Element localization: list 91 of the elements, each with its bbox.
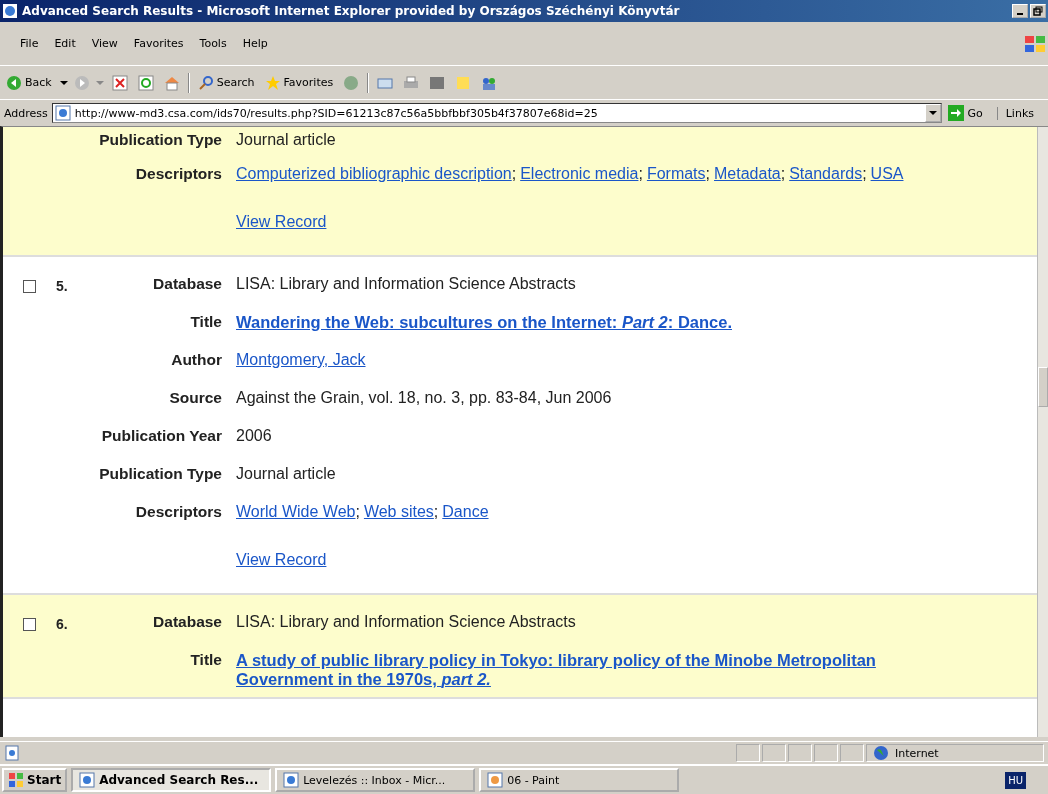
browser-icon bbox=[2, 3, 18, 19]
restore-button[interactable] bbox=[1030, 4, 1046, 18]
taskbar-button[interactable]: Advanced Search Res... bbox=[71, 768, 272, 792]
restore-icon bbox=[1033, 6, 1043, 16]
separator: ; bbox=[355, 503, 360, 520]
separator: ; bbox=[638, 165, 643, 182]
field-label: Source bbox=[168, 389, 222, 407]
stop-icon[interactable] bbox=[111, 74, 128, 91]
menu-item[interactable]: Tools bbox=[191, 37, 235, 50]
separator: ; bbox=[705, 165, 710, 182]
field-label: Title bbox=[189, 313, 222, 331]
field-value: Against the Grain, vol. 18, no. 3, pp. 83-84, Jun 2006 bbox=[236, 389, 612, 406]
field-label: Database bbox=[152, 275, 222, 293]
favorites-button[interactable]: Favorites bbox=[262, 74, 336, 91]
taskbar-button[interactable]: 06 - Paint bbox=[479, 768, 680, 792]
record-number: 5. bbox=[56, 278, 68, 294]
descriptor-link[interactable]: Montgomery, Jack bbox=[236, 351, 366, 368]
language-indicator[interactable]: HU bbox=[1005, 771, 1026, 789]
minimize-icon bbox=[1017, 13, 1023, 15]
separator: ; bbox=[780, 165, 786, 182]
field-label: Publication Type bbox=[98, 465, 222, 483]
descriptor-link[interactable]: Web sites bbox=[363, 503, 434, 520]
scrollbar-thumb[interactable] bbox=[1038, 367, 1048, 407]
links-button[interactable]: Links bbox=[996, 106, 1034, 120]
app-icon bbox=[283, 772, 300, 788]
dropdown-button[interactable] bbox=[925, 104, 942, 122]
home-icon[interactable] bbox=[163, 74, 180, 91]
separator: ; bbox=[511, 165, 517, 182]
page-icon bbox=[4, 745, 20, 761]
field-label: Descriptors bbox=[134, 503, 222, 521]
field-label: Author bbox=[170, 351, 222, 369]
status-panel bbox=[788, 744, 812, 762]
status-panel bbox=[840, 744, 864, 762]
status-panel bbox=[762, 744, 786, 762]
field-label: Title bbox=[189, 651, 222, 669]
field-value: Journal article bbox=[236, 131, 336, 148]
menu-item[interactable]: Favorites bbox=[125, 37, 192, 50]
view-record-link[interactable]: View Record bbox=[236, 213, 327, 230]
search-button[interactable]: Search bbox=[195, 74, 257, 91]
address-field[interactable]: http://www-md3.csa.com/ids70/results.php?SID=61213c87c56a5bbfbbf305b4f37807e68id=25 bbox=[51, 103, 943, 123]
descriptor-link[interactable]: Electronic media bbox=[520, 165, 639, 182]
address-label: Address bbox=[4, 106, 48, 120]
field-value: LISA: Library and Information Science Abstracts bbox=[236, 275, 576, 292]
checkbox[interactable] bbox=[23, 279, 36, 293]
menu-item[interactable]: View bbox=[83, 37, 126, 50]
field-label: Descriptors bbox=[134, 165, 222, 183]
descriptor-link[interactable]: Computerized bibliographic description bbox=[236, 165, 512, 182]
scrollbar[interactable] bbox=[1037, 127, 1048, 737]
caret-icon[interactable] bbox=[59, 80, 68, 85]
field-value: Journal article bbox=[236, 465, 336, 482]
windows-logo-icon bbox=[8, 772, 24, 788]
window-title: Advanced Search Results - Microsoft Internet Explorer provided by Országos Széchényi Könyvtár bbox=[22, 4, 681, 18]
refresh-icon[interactable] bbox=[137, 74, 154, 91]
separator: ; bbox=[862, 165, 867, 182]
menu-item[interactable]: File bbox=[12, 37, 47, 50]
view-record-link[interactable]: View Record bbox=[236, 551, 327, 568]
field-label: Database bbox=[152, 613, 222, 631]
field-value: 2006 bbox=[236, 427, 272, 444]
field-label: Publication Type bbox=[98, 131, 222, 149]
menu-item[interactable]: Help bbox=[234, 37, 276, 50]
field-label: Publication Year bbox=[100, 427, 222, 445]
windows-logo-icon bbox=[1022, 33, 1048, 54]
title-link[interactable]: A study of public library policy in Tokyo: library policy of the Minobe Metropolitan Government in the 1970s, part 2. bbox=[236, 651, 937, 689]
field-value: LISA: Library and Information Science Abstracts bbox=[236, 613, 576, 630]
app-icon bbox=[487, 772, 504, 788]
search-icon bbox=[197, 74, 214, 91]
taskbar-button[interactable]: Levelezés :: Inbox - Micr... bbox=[275, 768, 476, 792]
app-icon bbox=[79, 772, 96, 788]
descriptor-link[interactable]: Standards bbox=[789, 165, 863, 182]
zone-indicator: Internet bbox=[866, 744, 1044, 762]
descriptor-link[interactable]: Metadata bbox=[714, 165, 781, 182]
back-button[interactable]: Back bbox=[4, 74, 54, 91]
printer-icon[interactable] bbox=[403, 74, 420, 91]
minimize-button[interactable] bbox=[1012, 4, 1028, 18]
descriptor-link[interactable]: Dance bbox=[442, 503, 489, 520]
title-link[interactable]: Wandering the Web: subcultures on the Internet: Part 2: Dance. bbox=[236, 313, 937, 332]
menu-item[interactable]: Edit bbox=[46, 37, 84, 50]
status-panel bbox=[814, 744, 838, 762]
go-button[interactable]: Go bbox=[946, 105, 993, 121]
globe-icon bbox=[873, 745, 889, 761]
descriptor-link[interactable]: World Wide Web bbox=[236, 503, 356, 520]
descriptor-link[interactable]: Formats bbox=[646, 165, 706, 182]
page-icon bbox=[54, 105, 71, 121]
star-icon bbox=[264, 74, 281, 91]
separator: ; bbox=[433, 503, 439, 520]
record-number: 6. bbox=[56, 616, 68, 632]
checkbox[interactable] bbox=[23, 617, 36, 631]
descriptor-link[interactable]: USA bbox=[870, 165, 904, 182]
start-button[interactable]: Start bbox=[2, 768, 68, 792]
status-panel bbox=[736, 744, 760, 762]
caret-icon bbox=[929, 111, 938, 115]
